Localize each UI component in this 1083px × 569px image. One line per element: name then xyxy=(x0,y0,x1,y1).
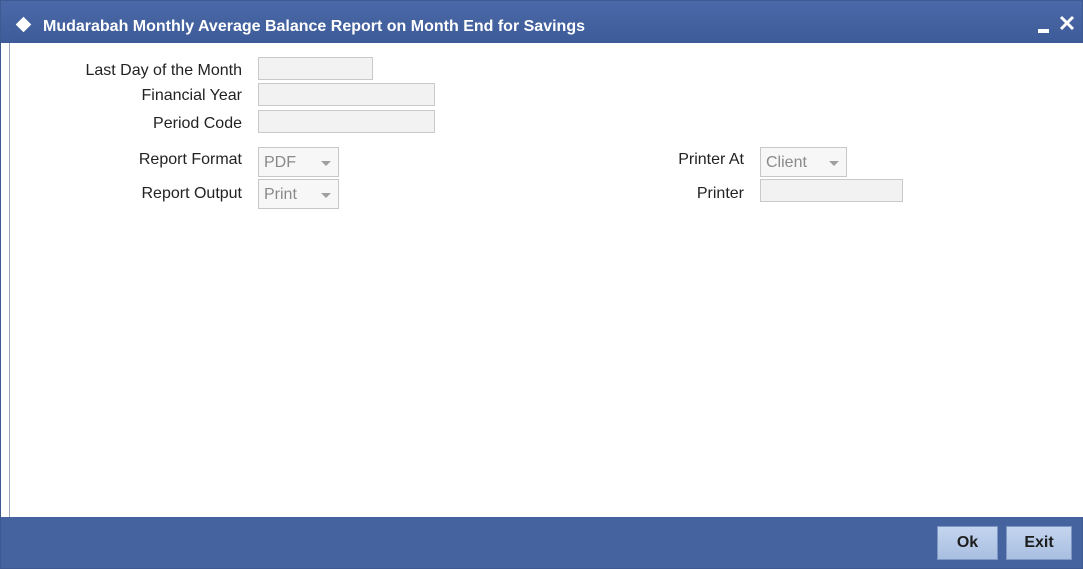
report-format-value: PDF xyxy=(264,154,296,171)
report-output-select[interactable]: Print xyxy=(258,179,339,209)
footer-bar: Ok Exit xyxy=(1,517,1082,568)
last-day-field[interactable] xyxy=(258,57,373,80)
form-area: Last Day of the Month Financial Year Per… xyxy=(9,43,1083,517)
window-title: Mudarabah Monthly Average Balance Report… xyxy=(43,18,585,35)
printer-field[interactable] xyxy=(760,179,903,202)
report-window: Mudarabah Monthly Average Balance Report… xyxy=(0,0,1083,569)
printer-label: Printer xyxy=(696,185,744,202)
chevron-down-icon xyxy=(829,161,839,166)
chevron-down-icon xyxy=(321,161,331,166)
period-code-field[interactable] xyxy=(258,110,435,133)
printer-at-value: Client xyxy=(766,154,807,171)
title-bar: Mudarabah Monthly Average Balance Report… xyxy=(1,1,1082,43)
minimize-icon[interactable] xyxy=(1037,18,1051,34)
report-output-value: Print xyxy=(264,186,297,203)
printer-at-select[interactable]: Client xyxy=(760,147,847,177)
last-day-label: Last Day of the Month xyxy=(85,62,242,79)
chevron-down-icon xyxy=(321,193,331,198)
period-code-label: Period Code xyxy=(153,115,242,132)
diamond-icon xyxy=(15,16,32,33)
ok-button[interactable]: Ok xyxy=(937,526,998,560)
close-icon[interactable] xyxy=(1057,13,1077,33)
financial-year-label: Financial Year xyxy=(141,87,242,104)
report-output-label: Report Output xyxy=(141,185,243,202)
printer-at-label: Printer At xyxy=(678,151,744,168)
report-format-label: Report Format xyxy=(138,151,242,168)
exit-button[interactable]: Exit xyxy=(1006,526,1072,560)
report-format-select[interactable]: PDF xyxy=(258,147,339,177)
financial-year-field[interactable] xyxy=(258,83,435,106)
